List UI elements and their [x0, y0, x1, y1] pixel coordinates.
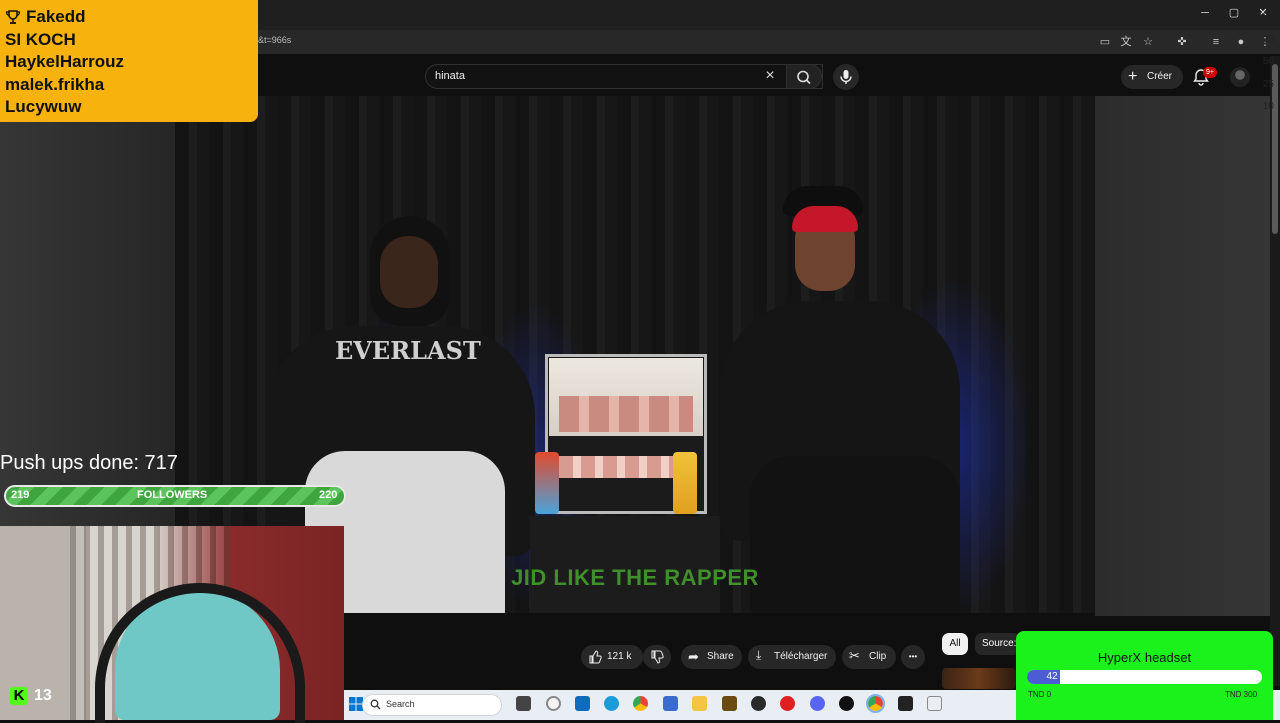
chrome-icon[interactable] [633, 696, 648, 711]
share-icon: ➦ [688, 649, 699, 664]
taskbar-search[interactable] [362, 694, 502, 716]
translate-icon[interactable]: 文 [1118, 34, 1134, 50]
kick-viewer-count: 13 [34, 687, 52, 704]
snipping-tool-icon[interactable] [927, 696, 942, 711]
voice-search-button[interactable] [833, 64, 859, 90]
leaderboard-name: malek.frikha [5, 75, 105, 94]
minimize-button[interactable]: ─ [1198, 6, 1212, 20]
more-actions-button[interactable]: ••• [901, 645, 925, 669]
leaderboard-score: 105 [1257, 11, 1274, 22]
dislike-button[interactable] [643, 645, 671, 669]
trophy-icon [5, 10, 21, 24]
search-button[interactable] [786, 64, 822, 89]
cast-icon[interactable]: ▭ [1097, 34, 1113, 50]
followers-current: 219 [11, 489, 30, 501]
app-red-icon[interactable] [780, 696, 795, 711]
extensions-icon[interactable]: ✜ [1174, 34, 1190, 50]
search-query[interactable]: hinata [435, 70, 465, 82]
kick-logo-icon: K [10, 687, 28, 705]
steam-icon[interactable] [751, 696, 766, 711]
followers-goal: 220 [319, 489, 338, 501]
bookmark-star-icon[interactable]: ☆ [1140, 34, 1156, 50]
app-dark-icon[interactable] [898, 696, 913, 711]
taskbar-search-placeholder: Search [386, 699, 415, 709]
drink-can-right [673, 452, 697, 514]
plus-icon: + [1128, 68, 1138, 85]
hoodie-logo: EVERLAST [335, 336, 481, 365]
like-count: 121 k [607, 651, 632, 662]
clip-label: Clip [869, 651, 887, 662]
close-icon[interactable]: × [762, 66, 778, 86]
obs-icon[interactable] [839, 696, 854, 711]
goal-current-value: 42 [1046, 671, 1058, 682]
file-explorer-icon[interactable] [692, 696, 707, 711]
edge-icon[interactable] [604, 696, 619, 711]
cash-stacks [559, 396, 693, 432]
task-view-icon[interactable] [516, 696, 531, 711]
goal-min-label: TND 0 [1028, 690, 1052, 699]
scissors-icon: ✂ [849, 648, 860, 663]
chrome-active-icon[interactable] [866, 694, 885, 713]
search-icon [370, 699, 381, 710]
download-icon: ⤓ [756, 648, 762, 662]
url-text[interactable]: &t=966s [258, 35, 291, 45]
media-control-icon[interactable]: ≡ [1208, 34, 1224, 50]
leaderboard-score: 50 [1262, 56, 1274, 67]
chip-all[interactable]: All [942, 633, 968, 655]
pushups-counter: Push ups done: 717 [0, 452, 178, 474]
chip-source[interactable]: Source: [975, 633, 1020, 655]
goal-title: HyperX headset [1097, 650, 1192, 665]
game-launcher-icon[interactable] [722, 696, 737, 711]
leaderboard-name: SI KOCH [5, 30, 76, 49]
cortana-icon[interactable] [546, 696, 561, 711]
thumbs-down-icon [651, 650, 664, 664]
drink-can-left [535, 452, 559, 514]
followers-label: FOLLOWERS [137, 489, 208, 501]
leaderboard-score: 95 [1262, 34, 1274, 45]
leaderboard-score: 10 [1262, 101, 1274, 112]
red-bandana [792, 206, 858, 232]
recommended-thumbnail[interactable] [942, 668, 1016, 689]
person-left-face [380, 236, 438, 308]
download-label: Télécharger [774, 651, 828, 662]
thumbs-up-icon [589, 650, 602, 664]
leaderboard-name: Fakedd [26, 7, 86, 26]
share-label: Share [707, 651, 734, 662]
right-dark-panel [1095, 96, 1270, 616]
outlook-icon[interactable] [575, 696, 590, 711]
windows-start-icon[interactable] [349, 697, 363, 711]
notification-badge: 9+ [1203, 67, 1217, 78]
goal-max-label: TND 300 [1225, 690, 1258, 699]
leaderboard-name: HaykelHarrouz [5, 52, 125, 71]
store-icon[interactable] [663, 696, 678, 711]
leaderboard-score: 25 [1262, 79, 1274, 90]
mic-icon [840, 70, 852, 84]
leaderboard-name: Lucywuw [5, 97, 82, 116]
search-icon [797, 70, 811, 85]
discord-icon[interactable] [810, 696, 825, 711]
